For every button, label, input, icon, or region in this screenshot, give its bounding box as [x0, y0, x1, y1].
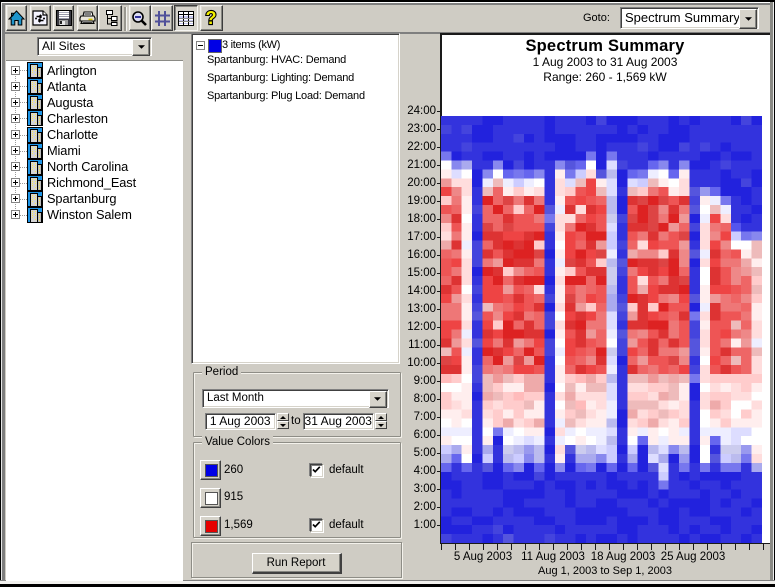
svg-text:?: ? [206, 9, 217, 27]
